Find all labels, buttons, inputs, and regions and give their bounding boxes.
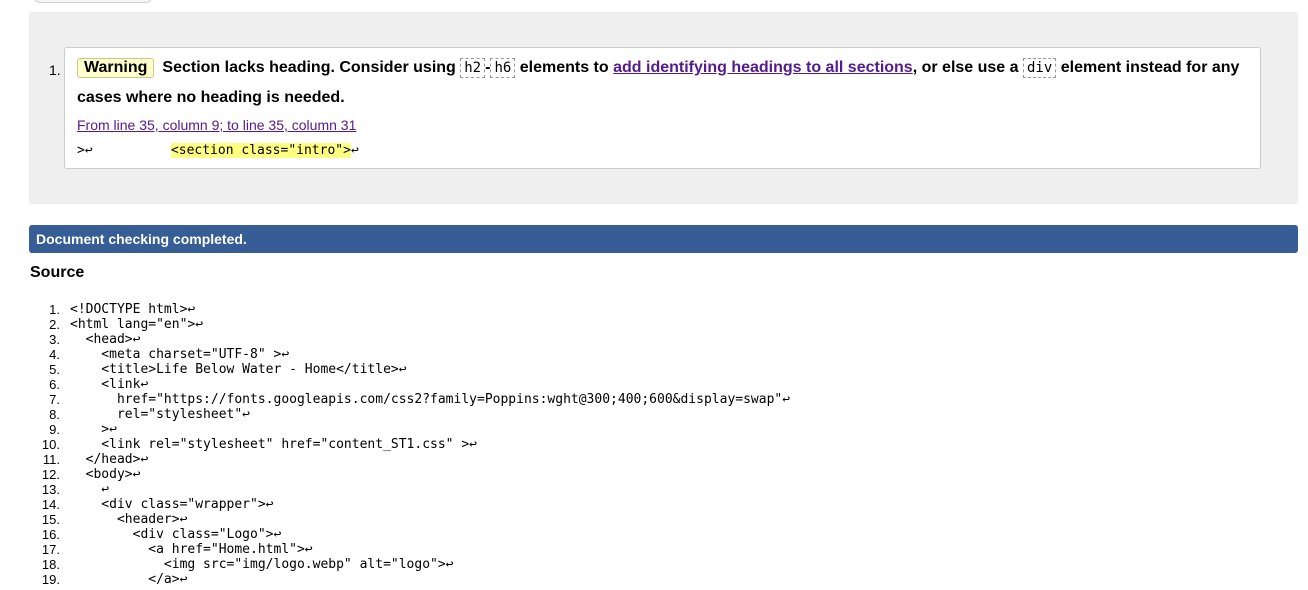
source-line: 15. <header>↩	[30, 512, 790, 527]
source-line: 14. <div class="wrapper">↩	[30, 497, 790, 512]
line-code: <!DOCTYPE html>↩	[70, 302, 196, 317]
line-number: 9.	[49, 422, 60, 437]
message-number: 1.	[49, 62, 61, 78]
source-line: 13. ↩	[30, 482, 790, 497]
line-number: 11.	[42, 452, 60, 467]
top-button-stub[interactable]	[34, 0, 152, 3]
headings-doc-link[interactable]: add identifying headings to all sections	[613, 59, 913, 76]
line-code: >↩	[70, 422, 117, 437]
line-number: 2.	[49, 317, 60, 332]
source-line: 7. href="https://fonts.googleapis.com/cs…	[30, 392, 790, 407]
source-line: 11. </head>↩	[30, 452, 790, 467]
line-number: 3.	[49, 332, 60, 347]
source-line: 16. <div class="Logo">↩	[30, 527, 790, 542]
extract-suffix: ↩	[350, 143, 359, 158]
message-text: Warning Section lacks heading. Consider u…	[77, 58, 1239, 78]
line-number: 14.	[41, 497, 60, 512]
code-h6: h6	[490, 58, 516, 78]
line-number: 17.	[41, 542, 60, 557]
location-link[interactable]: From line 35, column 9; to line 35, colu…	[77, 117, 356, 133]
extract-prefix: >↩	[77, 143, 171, 158]
message-text-part: , or else use a	[912, 59, 1023, 76]
source-line: 18. <img src="img/logo.webp" alt="logo">…	[30, 557, 790, 572]
message-card: Warning Section lacks heading. Consider u…	[64, 47, 1261, 169]
source-line: 5. <title>Life Below Water - Home</title…	[30, 362, 790, 377]
line-code: <img src="img/logo.webp" alt="logo">↩	[70, 557, 454, 572]
line-code: <html lang="en">↩	[70, 317, 204, 332]
line-code: <a href="Home.html">↩	[70, 542, 313, 557]
message-text-part: elements to	[515, 59, 614, 76]
source-line: 9. >↩	[30, 422, 790, 437]
code-div: div	[1022, 58, 1057, 78]
message-text-line2: cases where no heading is needed.	[77, 89, 345, 106]
source-line: 12. <body>↩	[30, 467, 790, 482]
line-number: 12.	[41, 467, 60, 482]
line-code: <body>↩	[70, 467, 141, 482]
line-number: 18.	[41, 557, 60, 572]
line-code: <header>↩	[70, 512, 188, 527]
message-text-part: element instead for any	[1056, 59, 1240, 76]
source-line: 19. </a>↩	[30, 572, 790, 587]
source-heading: Source	[30, 264, 85, 281]
line-number: 13.	[41, 482, 60, 497]
line-code: ↩	[70, 482, 110, 497]
line-code: </head>↩	[70, 452, 149, 467]
source-line: 2. <html lang="en">↩	[30, 317, 790, 332]
line-code: <head>↩	[70, 332, 141, 347]
code-h2: h2	[460, 58, 486, 78]
line-code: <div class="wrapper">↩	[70, 497, 274, 512]
source-listing: 1. <!DOCTYPE html>↩ 2. <html lang="en">↩ 3. …	[30, 302, 790, 587]
source-line: 17. <a href="Home.html">↩	[30, 542, 790, 557]
line-code: <title>Life Below Water - Home</title>↩	[70, 362, 407, 377]
line-code: <meta charset="UTF-8" >↩	[70, 347, 290, 362]
extract-highlight: <section class="intro">	[170, 143, 351, 158]
source-line: 4. <meta charset="UTF-8" >↩	[30, 347, 790, 362]
status-bar: Document checking completed.	[29, 225, 1298, 253]
line-code: <div class="Logo">↩	[70, 527, 282, 542]
code-extract: >↩ <section class="intro">↩	[77, 143, 359, 158]
source-line: 10. <link rel="stylesheet" href="content…	[30, 437, 790, 452]
message-text-part: Section lacks heading. Consider using	[162, 59, 461, 76]
source-line: 6. <link↩	[30, 377, 790, 392]
source-line: 8. rel="stylesheet"↩	[30, 407, 790, 422]
line-number: 6.	[49, 377, 60, 392]
line-code: rel="stylesheet"↩	[70, 407, 251, 422]
line-number: 10.	[41, 437, 60, 452]
line-number: 16.	[41, 527, 60, 542]
line-number: 5.	[49, 362, 60, 377]
line-number: 1.	[49, 302, 60, 317]
line-number: 4.	[49, 347, 60, 362]
line-number: 19.	[41, 572, 60, 587]
line-number: 7.	[49, 392, 60, 407]
line-code: <link rel="stylesheet" href="content_ST1…	[70, 437, 477, 452]
line-number: 15.	[41, 512, 60, 527]
source-line: 3. <head>↩	[30, 332, 790, 347]
line-code: </a>↩	[70, 572, 188, 587]
line-number: 8.	[49, 407, 60, 422]
source-line: 1. <!DOCTYPE html>↩	[30, 302, 790, 317]
warning-badge: Warning	[77, 58, 155, 78]
line-code: href="https://fonts.googleapis.com/css2?…	[70, 392, 791, 407]
line-code: <link↩	[70, 377, 149, 392]
